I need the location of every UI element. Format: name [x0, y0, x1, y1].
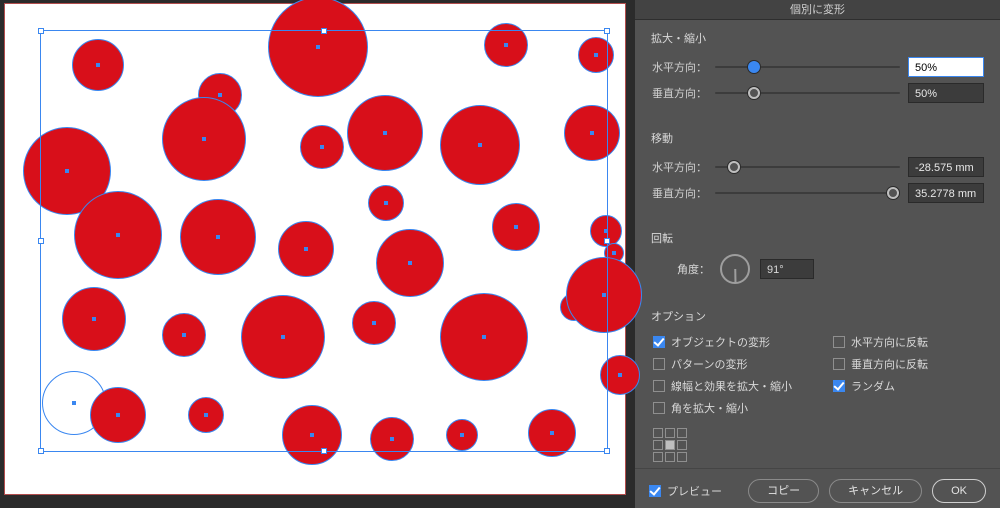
options-section: オプション オブジェクトの変形 水平方向に反転 パターンの変形 垂直方向に反転 …	[635, 298, 1000, 468]
circle-shape[interactable]	[188, 397, 224, 433]
move-v-slider[interactable]	[715, 183, 900, 203]
circle-shape[interactable]	[370, 417, 414, 461]
circle-shape[interactable]	[578, 37, 614, 73]
circle-shape[interactable]	[440, 105, 520, 185]
opt-transform-patterns[interactable]: パターンの変形	[653, 356, 803, 372]
copy-button[interactable]: コピー	[748, 479, 819, 503]
preview-checkbox[interactable]: プレビュー	[649, 483, 722, 499]
rotate-heading: 回転	[651, 230, 984, 246]
scale-h-slider[interactable]	[715, 57, 900, 77]
angle-input[interactable]: 91°	[760, 259, 814, 279]
scale-h-label: 水平方向：	[651, 59, 707, 75]
opt-reflect-x[interactable]: 水平方向に反転	[833, 334, 983, 350]
circle-shape[interactable]	[564, 105, 620, 161]
circle-shape[interactable]	[282, 405, 342, 465]
options-heading: オプション	[651, 308, 984, 324]
scale-v-slider[interactable]	[715, 83, 900, 103]
reference-point-grid[interactable]	[653, 428, 984, 462]
circle-shape[interactable]	[566, 257, 642, 333]
circle-shape[interactable]	[600, 355, 640, 395]
move-h-slider[interactable]	[715, 157, 900, 177]
ok-button[interactable]: OK	[932, 479, 986, 503]
circle-shape[interactable]	[347, 95, 423, 171]
scale-section: 拡大・縮小 水平方向： 50% 垂直方向： 50%	[635, 20, 1000, 112]
circle-shape[interactable]	[162, 97, 246, 181]
opt-reflect-y[interactable]: 垂直方向に反転	[833, 356, 983, 372]
circle-shape[interactable]	[278, 221, 334, 277]
move-heading: 移動	[651, 130, 984, 146]
move-section: 移動 水平方向： -28.575 mm 垂直方向： 35.2778 mm	[635, 120, 1000, 212]
circle-shape[interactable]	[300, 125, 344, 169]
scale-v-label: 垂直方向：	[651, 85, 707, 101]
rotate-section: 回転 角度： 91°	[635, 220, 1000, 290]
circle-shape[interactable]	[162, 313, 206, 357]
circle-shape[interactable]	[376, 229, 444, 297]
circle-shape[interactable]	[440, 293, 528, 381]
dialog-footer: プレビュー コピー キャンセル OK	[635, 468, 1000, 508]
scale-heading: 拡大・縮小	[651, 30, 984, 46]
circle-shape[interactable]	[446, 419, 478, 451]
circle-shape[interactable]	[268, 0, 368, 97]
canvas-area[interactable]	[0, 0, 635, 508]
circle-shape[interactable]	[90, 387, 146, 443]
opt-scale-strokes[interactable]: 線幅と効果を拡大・縮小	[653, 378, 803, 394]
circle-shape[interactable]	[352, 301, 396, 345]
opt-transform-objects[interactable]: オブジェクトの変形	[653, 334, 803, 350]
move-h-input[interactable]: -28.575 mm	[908, 157, 984, 177]
circle-shape[interactable]	[62, 287, 126, 351]
scale-v-input[interactable]: 50%	[908, 83, 984, 103]
artboard[interactable]	[18, 5, 612, 485]
transform-each-dialog: 個別に変形 拡大・縮小 水平方向： 50% 垂直方向： 50% 移動 水平方向：…	[635, 0, 1000, 508]
move-v-input[interactable]: 35.2778 mm	[908, 183, 984, 203]
circle-shape[interactable]	[368, 185, 404, 221]
circle-shape[interactable]	[590, 215, 622, 247]
move-h-label: 水平方向：	[651, 159, 707, 175]
circle-shape[interactable]	[528, 409, 576, 457]
move-v-label: 垂直方向：	[651, 185, 707, 201]
circle-shape[interactable]	[180, 199, 256, 275]
cancel-button[interactable]: キャンセル	[829, 479, 922, 503]
dialog-title: 個別に変形	[635, 0, 1000, 20]
opt-scale-corners[interactable]: 角を拡大・縮小	[653, 400, 803, 416]
circle-shape[interactable]	[484, 23, 528, 67]
angle-dial[interactable]	[720, 254, 750, 284]
scale-h-input[interactable]: 50%	[908, 57, 984, 77]
circle-shape[interactable]	[74, 191, 162, 279]
circle-shape[interactable]	[241, 295, 325, 379]
opt-random[interactable]: ランダム	[833, 378, 983, 394]
circle-shape[interactable]	[72, 39, 124, 91]
circle-shape[interactable]	[492, 203, 540, 251]
angle-label: 角度：	[677, 261, 710, 277]
